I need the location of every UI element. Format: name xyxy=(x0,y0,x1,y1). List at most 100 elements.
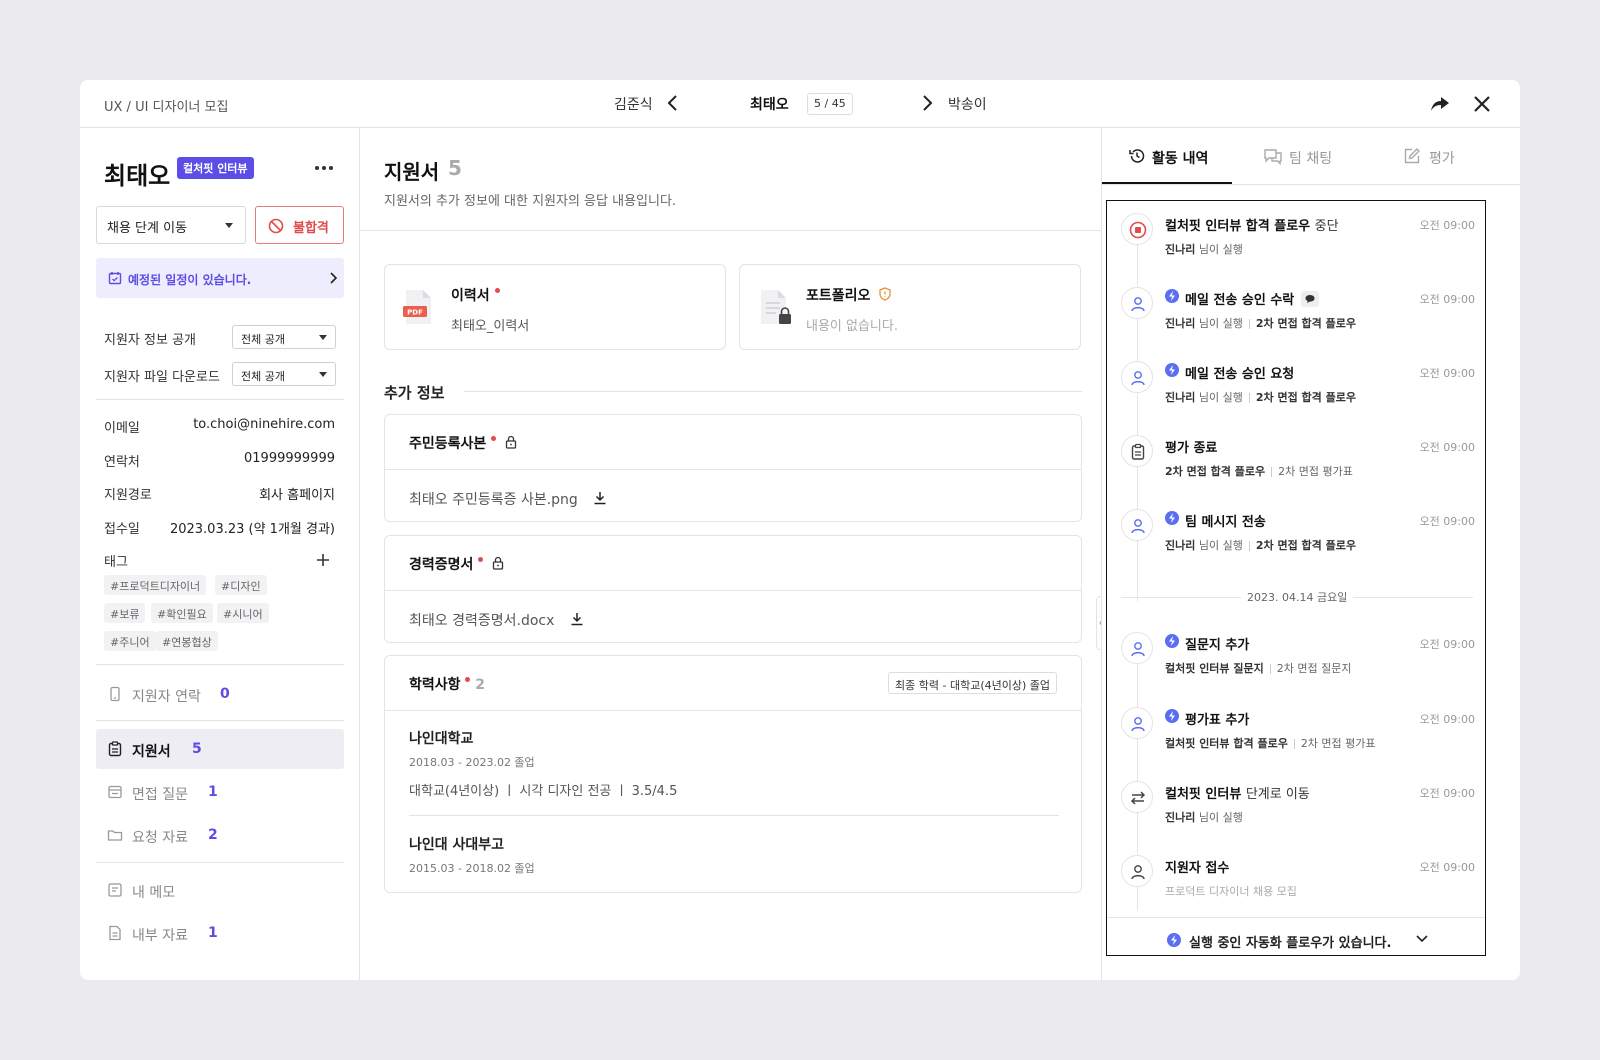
activity-title: 메일 전송 승인 요청 xyxy=(1185,367,1295,382)
activity-item[interactable]: 평가 종료 오전 09:00 2차 면접 합격 플로우 2차 면접 평가표 xyxy=(1107,423,1485,497)
activity-item[interactable]: 컬처핏 인터뷰 단계로 이동 오전 09:00 진나리 님이 실행 xyxy=(1107,769,1485,843)
chat-icon xyxy=(1264,149,1282,165)
divider xyxy=(385,710,1081,711)
info-visibility-select[interactable]: 전체 공개 xyxy=(232,325,336,349)
file-download-select[interactable]: 전체 공개 xyxy=(232,362,336,386)
activity-meta-text: 님이 실행 xyxy=(1198,243,1243,256)
career-document-file-name[interactable]: 최태오 경력증명서.docx xyxy=(409,613,554,629)
auto-flow-notice[interactable]: 실행 중인 자동화 플로우가 있습니다. xyxy=(1107,917,1485,955)
resume-card[interactable]: PDF 이력서 최태오_이력서 xyxy=(384,264,726,350)
divider xyxy=(409,815,1059,816)
portfolio-card[interactable]: 포트폴리오 내용이 없습니다. xyxy=(739,264,1081,350)
clipboard-icon xyxy=(108,741,122,757)
applied-date-value: 2023.03.23 (약 1개월 경과) xyxy=(169,522,335,537)
activity-time: 오전 09:00 xyxy=(1419,713,1475,726)
activity-actor: 진나리 xyxy=(1165,539,1196,552)
tab-team-chat[interactable]: 팀 채팅 xyxy=(1247,128,1377,184)
plus-icon[interactable] xyxy=(314,551,332,569)
chevron-left-icon[interactable] xyxy=(666,94,680,112)
activity-item[interactable]: 지원자 접수 오전 09:00 프로덕트 디자이너 채용 모집 xyxy=(1107,843,1485,917)
automation-icon xyxy=(1167,933,1181,947)
activity-meta: 진나리 님이 실행 2차 면접 합격 플로우 xyxy=(1165,315,1356,331)
required-dot xyxy=(494,288,500,293)
activity-item[interactable]: 메일 전송 승인 수락 오전 09:00 진나리 님이 실행 2차 면접 합격 플… xyxy=(1107,275,1485,349)
menu-my-memo[interactable]: 내 메모 xyxy=(96,870,344,910)
activity-title: 메일 전송 승인 수락 xyxy=(1185,289,1319,308)
date-separator: 2023. 04.14 금요일 xyxy=(1121,589,1473,605)
divider xyxy=(96,720,344,721)
activity-item[interactable]: 메일 전송 승인 요청 오전 09:00 진나리 님이 실행 2차 면접 합격 플… xyxy=(1107,349,1485,423)
tag-chip[interactable]: #디자인 xyxy=(215,575,267,595)
tag-chip[interactable]: #주니어 xyxy=(104,631,156,651)
education-title-text: 학력사항 xyxy=(409,677,461,693)
download-icon[interactable] xyxy=(569,611,585,627)
tag-chip[interactable]: #프로덕트디자이너 xyxy=(104,575,207,595)
close-icon[interactable] xyxy=(1470,92,1494,116)
menu-internal-files[interactable]: 내부 자료 1 xyxy=(96,913,344,953)
activity-meta: 컬처핏 인터뷰 질문지 2차 면접 질문지 xyxy=(1165,660,1351,676)
schedule-notice[interactable]: 예정된 일정이 있습니다. xyxy=(96,258,344,298)
chevron-right-icon[interactable] xyxy=(920,94,934,112)
resume-file-name: 최태오_이력서 xyxy=(451,319,530,334)
activity-title-suffix: 중단 xyxy=(1314,219,1339,234)
page-title-count: 5 xyxy=(448,156,462,180)
activity-time: 오전 09:00 xyxy=(1419,861,1475,874)
activity-title: 질문지 추가 xyxy=(1185,638,1250,653)
more-icon[interactable] xyxy=(312,158,336,178)
meta-separator xyxy=(1248,319,1250,329)
divider xyxy=(1102,184,1520,185)
prev-candidate-name[interactable]: 김준식 xyxy=(614,94,653,114)
divider xyxy=(96,664,344,665)
activity-meta-text: 2차 면접 평가표 xyxy=(1300,737,1376,750)
stage-move-select[interactable]: 채용 단계 이동 xyxy=(96,206,246,244)
activity-item[interactable]: 팀 메시지 전송 오전 09:00 진나리 님이 실행 2차 면접 합격 플로우 xyxy=(1107,497,1485,571)
share-icon[interactable] xyxy=(1428,92,1452,116)
school-period: 2018.03 - 2023.02 졸업 xyxy=(409,756,535,769)
activity-meta: 프로덕트 디자이너 채용 모집 xyxy=(1165,885,1297,898)
source-label: 지원경로 xyxy=(104,488,152,503)
divider xyxy=(1121,597,1241,598)
tab-label: 평가 xyxy=(1429,151,1455,167)
activity-title-text: 메일 전송 승인 수락 xyxy=(1185,293,1295,308)
ban-icon xyxy=(268,218,284,234)
activity-flow: 컬처핏 인터뷰 합격 플로우 xyxy=(1165,737,1288,750)
portfolio-title-text: 포트폴리오 xyxy=(806,288,871,304)
menu-count: 1 xyxy=(208,925,218,941)
id-document-file-name[interactable]: 최태오 주민등록증 사본.png xyxy=(409,492,578,508)
activity-item[interactable]: 평가표 추가 오전 09:00 컬처핏 인터뷰 합격 플로우 2차 면접 평가표 xyxy=(1107,695,1485,769)
reject-label: 불합격 xyxy=(293,221,329,236)
menu-requested-files[interactable]: 요청 자료 2 xyxy=(96,815,344,855)
divider xyxy=(464,391,1082,392)
tab-evaluation[interactable]: 평가 xyxy=(1387,128,1517,184)
reject-button[interactable]: 불합격 xyxy=(255,206,344,244)
download-icon[interactable] xyxy=(592,490,608,506)
chevron-right-icon xyxy=(330,272,338,284)
menu-contact[interactable]: 지원자 연락 0 xyxy=(96,674,344,714)
automation-icon xyxy=(1165,634,1179,648)
info-visibility-value: 전체 공개 xyxy=(241,333,285,346)
menu-label: 지원서 xyxy=(132,744,171,760)
phone-icon xyxy=(110,686,120,702)
tag-chip[interactable]: #연봉협상 xyxy=(156,631,218,651)
menu-interview-questions[interactable]: 면접 질문 1 xyxy=(96,772,344,812)
menu-application[interactable]: 지원서 5 xyxy=(96,729,344,769)
next-candidate-name[interactable]: 박송이 xyxy=(948,94,987,114)
activity-item[interactable]: 컬처핏 인터뷰 합격 플로우 중단 오전 09:00 진나리 님이 실행 xyxy=(1107,201,1485,275)
user-icon xyxy=(1121,361,1153,393)
breadcrumb[interactable]: UX / UI 디자이너 모집 xyxy=(104,96,228,115)
activity-time: 오전 09:00 xyxy=(1419,441,1475,454)
menu-label: 지원자 연락 xyxy=(132,689,201,705)
activity-item[interactable]: 질문지 추가 오전 09:00 컬처핏 인터뷰 질문지 2차 면접 질문지 xyxy=(1107,620,1485,694)
tag-chip[interactable]: #확인필요 xyxy=(151,603,213,623)
tag-chip[interactable]: #시니어 xyxy=(217,603,269,623)
schedule-notice-text: 예정된 일정이 있습니다. xyxy=(128,273,252,287)
tab-activity[interactable]: 활동 내역 xyxy=(1102,128,1232,184)
activity-meta: 진나리 님이 실행 xyxy=(1165,809,1243,825)
top-bar: UX / UI 디자이너 모집 김준식 최태오 5 / 45 박송이 xyxy=(80,80,1520,128)
tag-chip[interactable]: #보류 xyxy=(104,603,146,623)
stage-move-label: 채용 단계 이동 xyxy=(107,221,188,236)
email-value[interactable]: to.choi@ninehire.com xyxy=(193,417,335,432)
portfolio-empty: 내용이 없습니다. xyxy=(806,319,898,334)
activity-title-text: 컬처핏 인터뷰 합격 플로우 xyxy=(1165,219,1311,234)
activity-title: 평가 종료 xyxy=(1165,441,1218,456)
